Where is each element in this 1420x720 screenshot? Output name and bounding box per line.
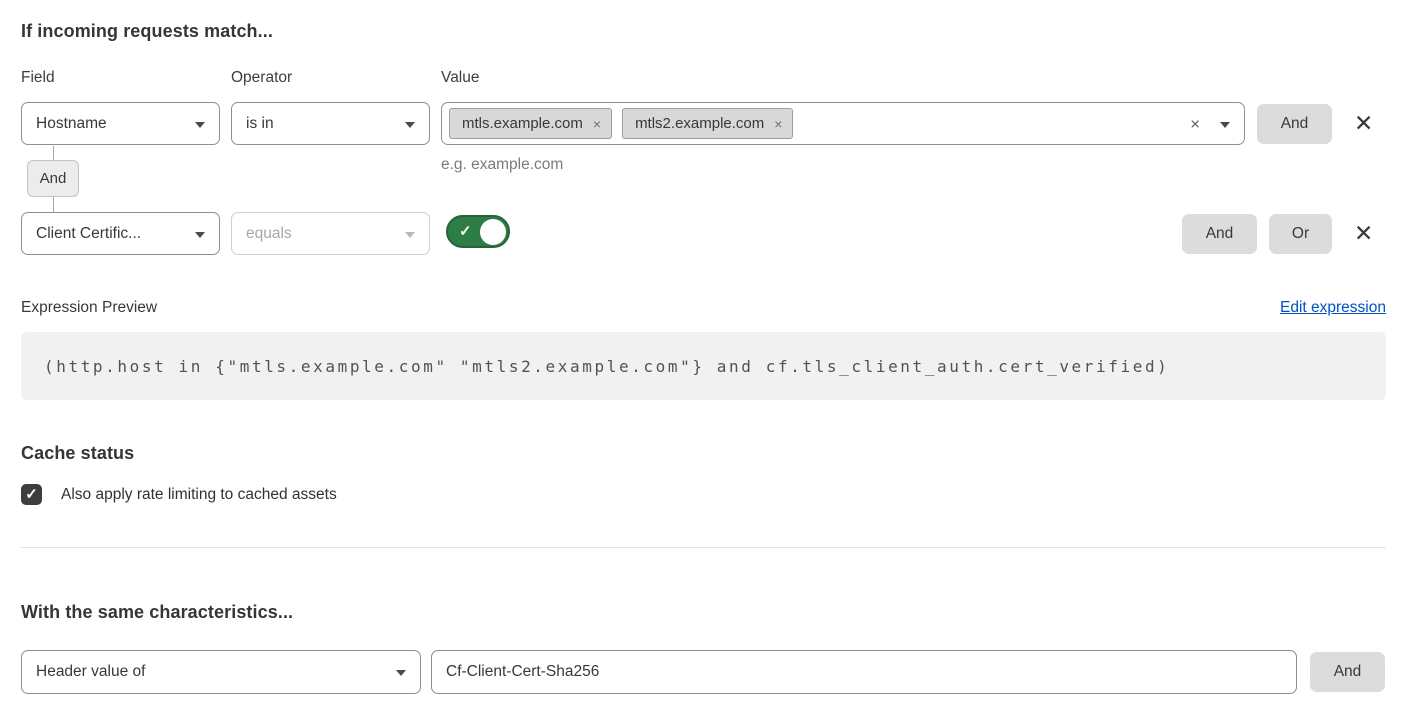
check-icon: ✓ xyxy=(459,224,472,239)
remove-row1-icon[interactable]: ✕ xyxy=(1354,112,1373,135)
cache-status-title: Cache status xyxy=(21,443,134,464)
edit-expression-link[interactable]: Edit expression xyxy=(1280,299,1386,317)
field-select-row2-value: Client Certific... xyxy=(36,225,141,243)
field-select-row1-value: Hostname xyxy=(36,115,107,133)
expression-preview-label: Expression Preview xyxy=(21,299,157,317)
operator-select-row2-value: equals xyxy=(246,225,292,243)
chevron-down-icon xyxy=(396,670,406,676)
value-tag: mtls2.example.com × xyxy=(622,108,793,139)
chevron-down-icon xyxy=(405,122,415,128)
tag-remove-icon[interactable]: × xyxy=(593,117,601,131)
connector-line xyxy=(53,146,54,160)
chevron-down-icon xyxy=(405,232,415,238)
cached-assets-checkbox[interactable]: ✓ xyxy=(21,484,42,505)
and-button-characteristics[interactable]: And xyxy=(1310,652,1385,692)
field-select-row1[interactable]: Hostname xyxy=(21,102,220,145)
connector-and-chip[interactable]: And xyxy=(27,160,79,197)
tag-remove-icon[interactable]: × xyxy=(774,117,782,131)
operator-select-row1[interactable]: is in xyxy=(231,102,430,145)
operator-select-row1-value: is in xyxy=(246,115,274,133)
chevron-down-icon xyxy=(195,122,205,128)
value-column-label: Value xyxy=(441,69,480,87)
chevron-down-icon[interactable] xyxy=(1220,122,1230,128)
rate-limit-rule-form: If incoming requests match... Field Oper… xyxy=(0,0,1420,720)
characteristic-select[interactable]: Header value of xyxy=(21,650,421,694)
characteristics-title: With the same characteristics... xyxy=(21,602,293,623)
toggle-knob xyxy=(480,219,506,245)
clear-values-icon[interactable]: × xyxy=(1190,115,1200,132)
cached-assets-checkbox-label: Also apply rate limiting to cached asset… xyxy=(61,486,337,504)
remove-row2-icon[interactable]: ✕ xyxy=(1354,222,1373,245)
value-helper-text: e.g. example.com xyxy=(441,156,563,174)
chevron-down-icon xyxy=(195,232,205,238)
value-tag-text: mtls.example.com xyxy=(462,115,583,132)
value-tag-text: mtls2.example.com xyxy=(635,115,764,132)
operator-select-row2-disabled: equals xyxy=(231,212,430,255)
and-button-row2[interactable]: And xyxy=(1182,214,1257,254)
and-button-row1[interactable]: And xyxy=(1257,104,1332,144)
or-button-row2[interactable]: Or xyxy=(1269,214,1332,254)
header-name-input[interactable] xyxy=(431,650,1297,694)
match-section-title: If incoming requests match... xyxy=(21,21,273,42)
check-icon: ✓ xyxy=(25,487,38,502)
field-select-row2[interactable]: Client Certific... xyxy=(21,212,220,255)
section-divider xyxy=(21,547,1386,548)
value-multiselect-row1[interactable]: mtls.example.com × mtls2.example.com × × xyxy=(441,102,1245,145)
connector-line xyxy=(53,197,54,212)
characteristic-select-value: Header value of xyxy=(36,663,145,681)
field-column-label: Field xyxy=(21,69,55,87)
cert-verified-toggle[interactable]: ✓ xyxy=(446,215,510,248)
value-tag: mtls.example.com × xyxy=(449,108,612,139)
operator-column-label: Operator xyxy=(231,69,292,87)
expression-code-preview: (http.host in {"mtls.example.com" "mtls2… xyxy=(21,332,1386,400)
